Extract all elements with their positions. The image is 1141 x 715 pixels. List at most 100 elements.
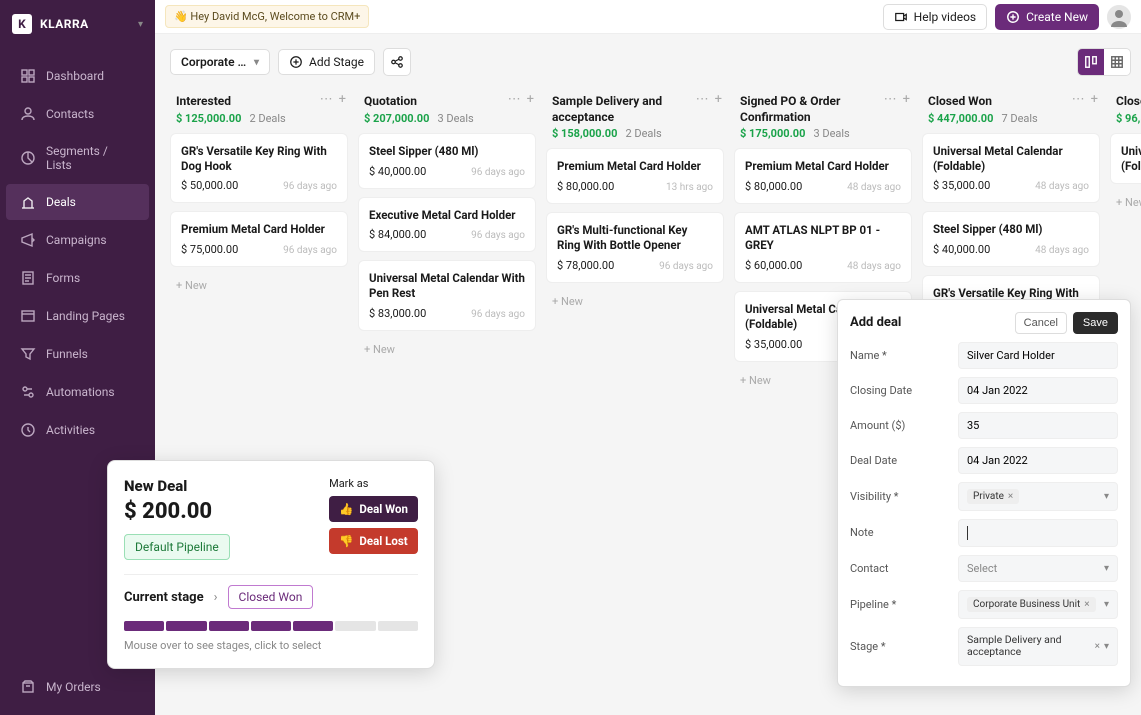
automations-icon	[20, 384, 36, 400]
deal-card[interactable]: Executive Metal Card Holder $ 84,000.009…	[358, 197, 536, 253]
closing-date-field[interactable]	[958, 377, 1118, 404]
close-icon[interactable]: ×	[1084, 599, 1089, 610]
deal-card[interactable]: Steel Sipper (480 Ml) $ 40,000.0096 days…	[358, 133, 536, 189]
stage-segment[interactable]	[293, 621, 333, 631]
thumbs-up-icon: 👍	[339, 502, 353, 516]
pipeline-chip[interactable]: Corporate Business Unit×	[967, 597, 1096, 612]
sidebar-item-funnels[interactable]: Funnels	[6, 336, 149, 372]
cancel-button[interactable]: Cancel	[1015, 312, 1067, 334]
deal-title: Executive Metal Card Holder	[369, 208, 525, 223]
column-count: 3 Deals	[813, 127, 849, 140]
sidebar-item-my-orders[interactable]: My Orders	[6, 669, 149, 705]
new-deal-link[interactable]: + New	[1110, 192, 1141, 213]
plus-icon[interactable]: +	[903, 92, 910, 107]
amount-input[interactable]	[967, 419, 1109, 432]
amount-field[interactable]	[958, 412, 1118, 439]
sidebar-item-automations[interactable]: Automations	[6, 374, 149, 410]
help-videos-button[interactable]: Help videos	[883, 4, 987, 30]
more-icon[interactable]: ⋯	[508, 92, 521, 107]
avatar[interactable]	[1107, 5, 1131, 29]
sidebar-item-forms[interactable]: Forms	[6, 260, 149, 296]
plus-icon[interactable]: +	[715, 92, 722, 107]
save-button[interactable]: Save	[1073, 312, 1118, 334]
deal-date-field[interactable]	[958, 447, 1118, 474]
stage-segment[interactable]	[124, 621, 164, 631]
deal-date-label: Deal Date	[850, 454, 958, 467]
deal-card[interactable]: GR's Multi-functional Key Ring With Bott…	[546, 212, 724, 283]
plus-icon[interactable]: +	[339, 92, 346, 107]
deal-card[interactable]: Premium Metal Card Holder $ 80,000.0048 …	[734, 148, 912, 204]
deal-amount: $ 78,000.00	[557, 259, 614, 272]
create-new-button[interactable]: Create New	[995, 4, 1099, 30]
deal-card[interactable]: Universal (Foldable	[1110, 133, 1141, 185]
pipeline-field[interactable]: Corporate Business Unit× ▾	[958, 590, 1118, 619]
note-field[interactable]	[958, 519, 1118, 547]
stage-segment[interactable]	[378, 621, 418, 631]
sidebar-item-segments[interactable]: Segments / Lists	[6, 134, 149, 182]
name-field[interactable]	[958, 342, 1118, 369]
stage-segment[interactable]	[209, 621, 249, 631]
sidebar-item-campaigns[interactable]: Campaigns	[6, 222, 149, 258]
deal-lost-button[interactable]: 👎 Deal Lost	[329, 528, 418, 554]
share-button[interactable]	[383, 48, 411, 76]
deal-amount: $ 35,000.00	[745, 338, 802, 351]
new-deal-link[interactable]: + New	[170, 275, 348, 296]
sidebar-item-label: Contacts	[46, 107, 94, 121]
visibility-field[interactable]: Private× ▾	[958, 482, 1118, 511]
pipeline-selector[interactable]: Corporate Bu... ▾	[170, 49, 270, 75]
deal-date-input[interactable]	[967, 454, 1109, 467]
deal-card[interactable]: AMT ATLAS NLPT BP 01 - GREY $ 60,000.004…	[734, 212, 912, 283]
contact-field[interactable]: Select ▾	[958, 555, 1118, 582]
sidebar-item-dashboard[interactable]: Dashboard	[6, 58, 149, 94]
more-icon[interactable]: ⋯	[696, 92, 709, 107]
name-input[interactable]	[967, 349, 1109, 362]
deal-card[interactable]: Universal Metal Calendar With Pen Rest $…	[358, 260, 536, 331]
pipeline-badge[interactable]: Default Pipeline	[124, 534, 230, 560]
close-icon[interactable]: ×	[1008, 491, 1013, 502]
more-icon[interactable]: ⋯	[884, 92, 897, 107]
sidebar-item-deals[interactable]: Deals	[6, 184, 149, 220]
deal-card[interactable]: Universal Metal Calendar (Foldable) $ 35…	[922, 133, 1100, 204]
stage-hint: Mouse over to see stages, click to selec…	[124, 639, 418, 652]
sidebar-item-label: My Orders	[46, 680, 101, 694]
plus-icon[interactable]: +	[1091, 92, 1098, 107]
deal-card[interactable]: GR's Versatile Key Ring With Dog Hook $ …	[170, 133, 348, 204]
deal-amount: $ 80,000.00	[557, 180, 614, 193]
sidebar-item-contacts[interactable]: Contacts	[6, 96, 149, 132]
contacts-icon	[20, 106, 36, 122]
deal-won-label: Deal Won	[359, 502, 408, 516]
new-deal-link[interactable]: + New	[358, 339, 536, 360]
current-stage-chip[interactable]: Closed Won	[228, 585, 314, 609]
sidebar-item-label: Automations	[46, 385, 115, 399]
column-amount: $ 125,000.00	[176, 112, 241, 125]
stage-segment[interactable]	[335, 621, 375, 631]
visibility-chip[interactable]: Private×	[967, 489, 1019, 504]
deal-card[interactable]: Premium Metal Card Holder $ 75,000.0096 …	[170, 211, 348, 267]
new-deal-link[interactable]: + New	[546, 291, 724, 312]
deal-age: 13 hrs ago	[666, 182, 713, 193]
stage-field[interactable]: Sample Delivery and acceptance ×▾	[958, 627, 1118, 666]
closing-date-input[interactable]	[967, 384, 1109, 397]
deal-age: 48 days ago	[847, 261, 901, 272]
column-title: Closed Won	[928, 94, 1094, 110]
sidebar-item-activities[interactable]: Activities	[6, 412, 149, 448]
more-icon[interactable]: ⋯	[320, 92, 333, 107]
brand[interactable]: K KLARRA ▾	[0, 0, 155, 48]
more-icon[interactable]: ⋯	[1072, 92, 1085, 107]
sidebar-item-landing-pages[interactable]: Landing Pages	[6, 298, 149, 334]
list-view-button[interactable]	[1104, 49, 1130, 75]
deal-card[interactable]: Steel Sipper (480 Ml) $ 40,000.0048 days…	[922, 211, 1100, 267]
stage-segment[interactable]	[251, 621, 291, 631]
deal-won-button[interactable]: 👍 Deal Won	[329, 496, 418, 522]
new-deal-popover: New Deal $ 200.00 Default Pipeline Mark …	[107, 460, 435, 669]
stage-progress[interactable]	[124, 621, 418, 631]
plus-icon[interactable]: +	[527, 92, 534, 107]
close-icon[interactable]: ×	[1095, 641, 1100, 652]
add-stage-button[interactable]: Add Stage	[278, 49, 375, 75]
forms-icon	[20, 270, 36, 286]
deal-card[interactable]: Premium Metal Card Holder $ 80,000.0013 …	[546, 148, 724, 204]
note-input[interactable]	[967, 526, 1109, 540]
stage-segment[interactable]	[166, 621, 206, 631]
deal-title: Universal (Foldable	[1121, 144, 1141, 174]
kanban-view-button[interactable]	[1078, 49, 1104, 75]
